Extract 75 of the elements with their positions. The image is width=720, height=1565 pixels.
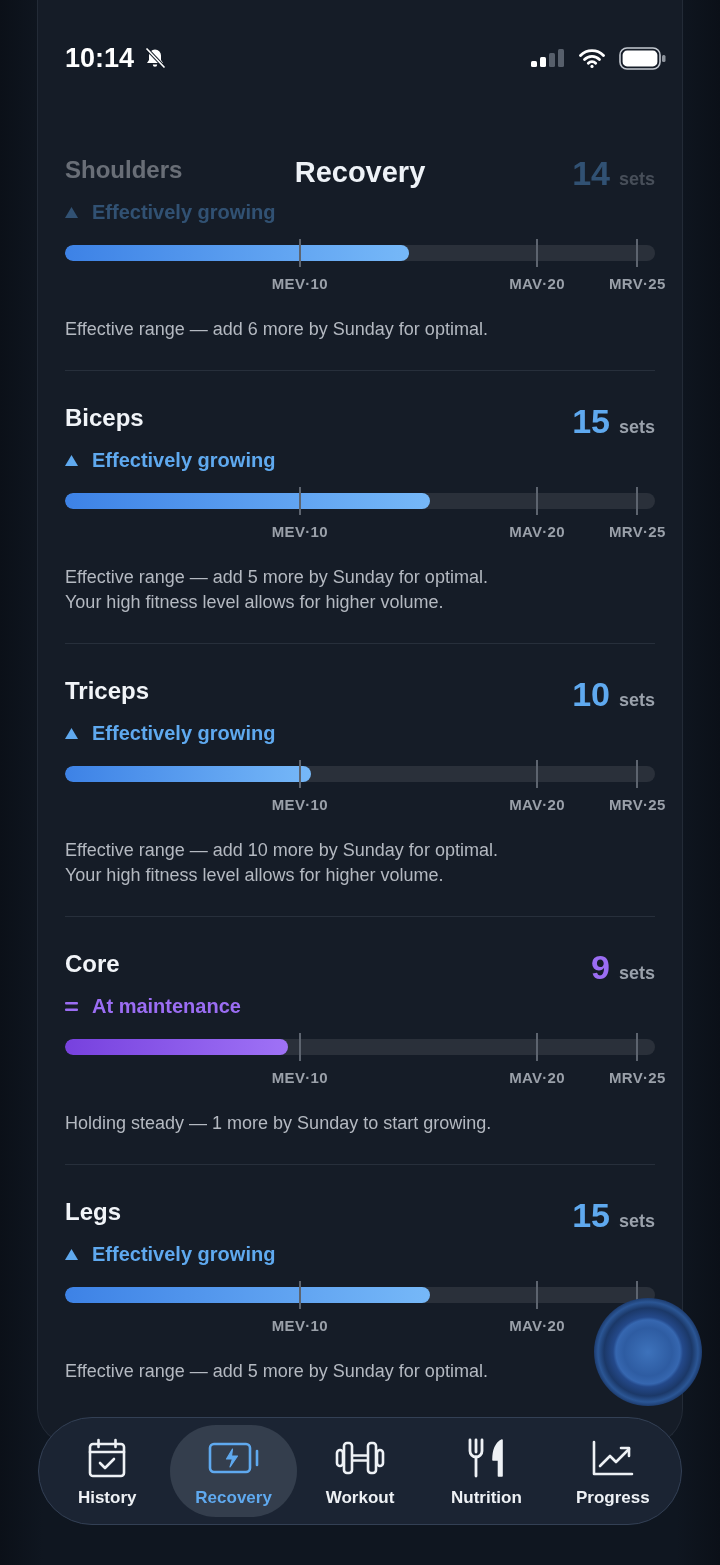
note-text: Effective range — add 5 more by Sunday for optimal. [65,565,488,589]
equals-icon [65,1001,78,1011]
threshold-tick [636,760,639,788]
threshold-tick [636,239,639,267]
battery-bolt-icon [207,1441,260,1475]
sets-unit: sets [618,416,655,438]
wifi-icon [579,48,605,68]
threshold-tick [536,239,538,267]
note-text: Effective range — add 5 more by Sunday for optimal. [65,1359,488,1383]
calendar-check-icon [88,1438,127,1478]
threshold-tick [536,1033,538,1061]
threshold-label: MEV·10 [271,274,328,294]
nav-tab[interactable]: Nutrition [423,1425,550,1517]
triangle-up-icon [65,206,78,218]
triangle-up-icon [65,727,78,739]
threshold-tick [298,1281,301,1309]
status-label: Effectively growing [92,448,276,473]
triangle-up-icon [65,1248,78,1260]
threshold-tick [298,487,301,515]
nav-tab[interactable]: Recovery [170,1425,297,1517]
threshold-tick [536,1281,538,1309]
sets-unit: sets [618,962,655,984]
set-count: 10 [572,677,610,711]
sets-unit: sets [618,689,655,711]
threshold-tick [636,487,639,515]
threshold-tick [536,487,538,515]
dumbbell-icon [335,1441,385,1475]
threshold-tick [298,239,301,267]
threshold-tick [298,1033,301,1061]
set-count: 15 [572,1198,610,1232]
nav-tab[interactable]: Workout [296,1425,424,1517]
muscle-name: Core [65,949,120,979]
chart-up-icon [591,1440,634,1476]
status-label: At maintenance [92,994,241,1019]
note-text: Effective range — add 10 more by Sunday for optimal. [65,838,498,862]
status-label: Effectively growing [92,1242,276,1267]
fork-knife-icon [467,1438,506,1478]
muscle-name: Triceps [65,676,150,706]
page-title: Recovery [294,155,426,190]
threshold-tick [298,760,301,788]
muscle-name: Shoulders [65,155,183,185]
status-time: 10:14 [65,42,135,74]
status-label: Effectively growing [92,200,276,225]
threshold-label: MAV·20 [509,795,565,815]
battery-icon [619,46,666,70]
bell-slash-icon [144,47,167,69]
threshold-label: MAV·20 [509,522,565,542]
threshold-tick [636,1033,639,1061]
threshold-label: MEV·10 [271,1316,328,1336]
muscle-name: Legs [65,1197,121,1227]
threshold-label: MAV·20 [509,1068,565,1088]
set-count: 14 [572,156,610,190]
note-text: Holding steady — 1 more by Sunday to start growing. [65,1111,492,1135]
threshold-label: MAV·20 [509,274,565,294]
threshold-label: MRV·25 [609,274,666,294]
note-text: Effective range — add 6 more by Sunday for optimal. [65,317,488,341]
note-text: Your high fitness level allows for higher volume. [65,863,444,887]
threshold-tick [536,760,538,788]
note-text: Your high fitness level allows for higher volume. [65,590,444,614]
threshold-label: MRV·25 [609,522,666,542]
threshold-label: MRV·25 [609,795,666,815]
signal-icon [531,49,565,67]
nav-tab[interactable]: Progress [549,1425,677,1517]
threshold-label: MEV·10 [271,795,328,815]
threshold-label: MEV·10 [271,1068,328,1088]
nav-tab[interactable]: History [44,1425,171,1517]
status-label: Effectively growing [92,721,276,746]
set-count: 9 [591,950,610,984]
threshold-label: MRV·25 [609,1068,666,1088]
muscle-name: Biceps [65,403,144,433]
triangle-up-icon [65,454,78,466]
threshold-label: MEV·10 [271,522,328,542]
threshold-label: MAV·20 [509,1316,565,1336]
set-count: 15 [572,404,610,438]
sets-unit: sets [618,1210,655,1232]
